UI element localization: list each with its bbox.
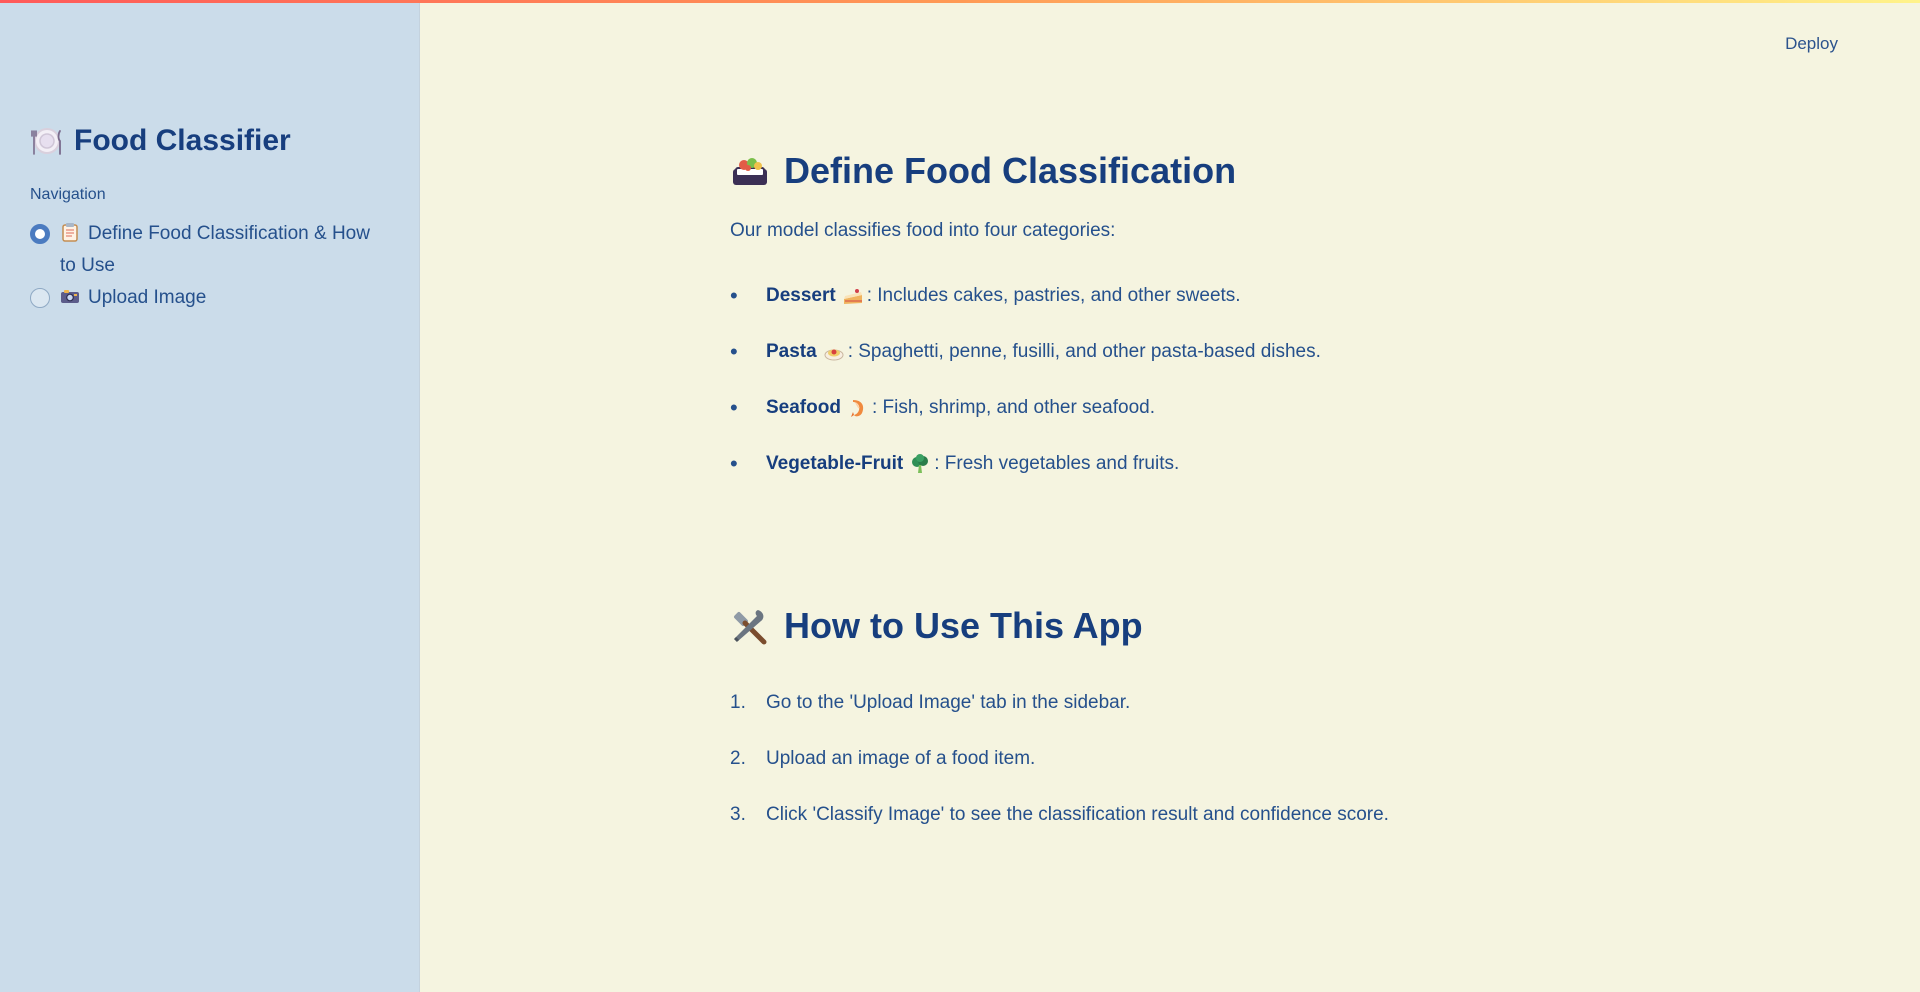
category-name: Seafood xyxy=(766,397,841,418)
sidebar-title: Food Classifier xyxy=(30,124,291,158)
main-content: Define Food Classification Our model cla… xyxy=(730,150,1630,843)
category-description: : Spaghetti, penne, fusilli, and other p… xyxy=(847,341,1321,362)
nav-item-label: Define Food Classification & How to Use xyxy=(60,218,380,282)
category-description: : Fish, shrimp, and other seafood. xyxy=(871,397,1155,418)
shrimp-icon xyxy=(850,400,864,417)
category-name: Dessert xyxy=(766,285,836,306)
list-item-seafood: • Seafood : Fish, shrimp, and other seaf… xyxy=(730,380,1630,436)
section-title: How to Use This App xyxy=(730,605,1630,647)
bullet: • xyxy=(730,395,738,420)
section-title: Define Food Classification xyxy=(730,150,1630,192)
tools-icon xyxy=(730,606,770,646)
list-item-step-2: 2. Upload an image of a food item. xyxy=(730,731,1630,787)
list-item-step-3: 3. Click 'Classify Image' to see the cla… xyxy=(730,787,1630,843)
cake-icon xyxy=(843,289,862,304)
navigation-radio-group: Define Food Classification & How to Use … xyxy=(30,218,380,314)
bullet: • xyxy=(730,451,738,476)
step-text: Click 'Classify Image' to see the classi… xyxy=(766,804,1389,825)
clipboard-icon xyxy=(62,223,78,242)
category-description: : Fresh vegetables and fruits. xyxy=(934,453,1180,474)
list-item-dessert: • Dessert : Includes cakes, pastries, an… xyxy=(730,268,1630,324)
category-description: : Includes cakes, pastries, and other sw… xyxy=(866,285,1241,306)
radio-selected[interactable] xyxy=(30,224,50,244)
bullet: • xyxy=(730,339,738,364)
step-number: 3. xyxy=(730,804,746,825)
broccoli-icon xyxy=(912,454,929,473)
steps-list: 1. Go to the 'Upload Image' tab in the s… xyxy=(730,675,1630,843)
camera-icon xyxy=(61,290,79,303)
bullet: • xyxy=(730,283,738,308)
step-text: Upload an image of a food item. xyxy=(766,748,1036,769)
list-item-vegetable-fruit: • Vegetable-Fruit : Fresh vegetables and… xyxy=(730,436,1630,492)
deploy-button[interactable]: Deploy xyxy=(1785,34,1838,54)
category-name: Vegetable-Fruit xyxy=(766,453,904,474)
bento-box-icon xyxy=(730,151,770,191)
nav-item-label: Upload Image xyxy=(60,282,206,314)
sidebar: Food Classifier Navigation Define Food C… xyxy=(0,0,420,992)
radio-unselected[interactable] xyxy=(30,288,50,308)
sidebar-title-text: Food Classifier xyxy=(74,124,291,157)
nav-item-text: Define Food Classification & How to Use xyxy=(60,223,370,276)
section-title-text: Define Food Classification xyxy=(784,150,1237,191)
nav-item-define-food-classification[interactable]: Define Food Classification & How to Use xyxy=(30,218,380,282)
top-decoration-stripe xyxy=(0,0,1920,3)
section-define-food-classification: Define Food Classification Our model cla… xyxy=(730,150,1630,492)
plate-icon xyxy=(30,124,64,158)
list-item-pasta: • Pasta : Spaghetti, penne, fusilli, and… xyxy=(730,324,1630,380)
nav-item-text: Upload Image xyxy=(88,287,207,308)
navigation-label: Navigation xyxy=(30,186,106,203)
nav-item-upload-image[interactable]: Upload Image xyxy=(30,282,380,314)
step-text: Go to the 'Upload Image' tab in the side… xyxy=(766,692,1131,713)
step-number: 1. xyxy=(730,692,746,713)
category-name: Pasta xyxy=(766,341,817,362)
category-list: • Dessert : Includes cakes, pastries, an… xyxy=(730,268,1630,492)
section-intro: Our model classifies food into four cate… xyxy=(730,220,1116,241)
step-number: 2. xyxy=(730,748,746,769)
spaghetti-icon xyxy=(824,349,844,361)
section-how-to-use: How to Use This App 1. Go to the 'Upload… xyxy=(730,605,1630,843)
list-item-step-1: 1. Go to the 'Upload Image' tab in the s… xyxy=(730,675,1630,731)
section-title-text: How to Use This App xyxy=(784,605,1143,646)
